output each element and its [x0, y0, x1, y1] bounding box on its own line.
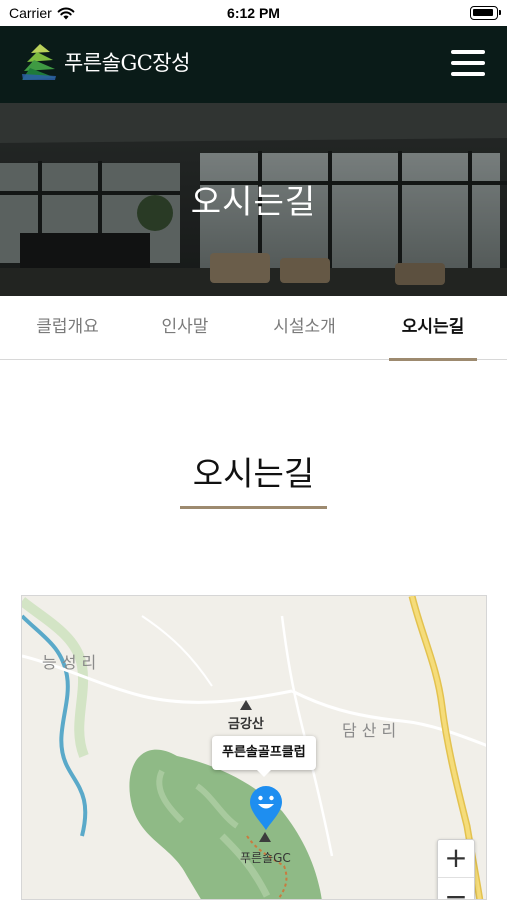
battery-icon	[470, 6, 501, 20]
hamburger-menu-icon[interactable]	[451, 48, 487, 78]
map-label-village: 능성리	[42, 653, 102, 672]
tab-facilities[interactable]: 시설소개	[257, 296, 352, 360]
hero-title: 오시는길	[190, 182, 317, 221]
title-underline	[180, 506, 327, 509]
map-zoom-controls: + −	[437, 839, 475, 899]
mountain-peak-icon	[240, 700, 252, 710]
map-label-mountain: 금강산	[228, 717, 264, 732]
sub-nav-tabs: 클럽개요 인사말 시설소개 오시는길	[0, 296, 507, 361]
zoom-out-button[interactable]: −	[438, 879, 474, 899]
map-callout[interactable]: 푸른솔골프클럽	[212, 736, 316, 777]
status-time: 6:12 PM	[227, 5, 280, 21]
tab-greeting[interactable]: 인사말	[140, 296, 230, 360]
tab-club-overview[interactable]: 클럽개요	[20, 296, 115, 360]
map-label-place: 푸른솔GC	[240, 851, 291, 865]
app-header: 푸른솔GC장성	[0, 26, 507, 103]
tab-directions[interactable]: 오시는길	[389, 296, 477, 361]
map-label-village-2: 담산리	[342, 721, 402, 740]
page-title: 오시는길	[192, 454, 315, 493]
logo[interactable]: 푸른솔GC장성	[22, 43, 190, 81]
zoom-in-button[interactable]: +	[438, 840, 474, 878]
smiley-map-pin-icon[interactable]	[247, 784, 285, 832]
hero-banner: 오시는길	[0, 103, 507, 296]
pine-tree-logo-icon	[22, 44, 56, 80]
logo-text: 푸른솔GC장성	[64, 51, 190, 75]
status-bar: Carrier 6:12 PM	[0, 0, 507, 26]
location-map[interactable]: 능성리 금강산 담산리 푸른솔GC 푸른솔골프클럽 + −	[21, 595, 487, 900]
